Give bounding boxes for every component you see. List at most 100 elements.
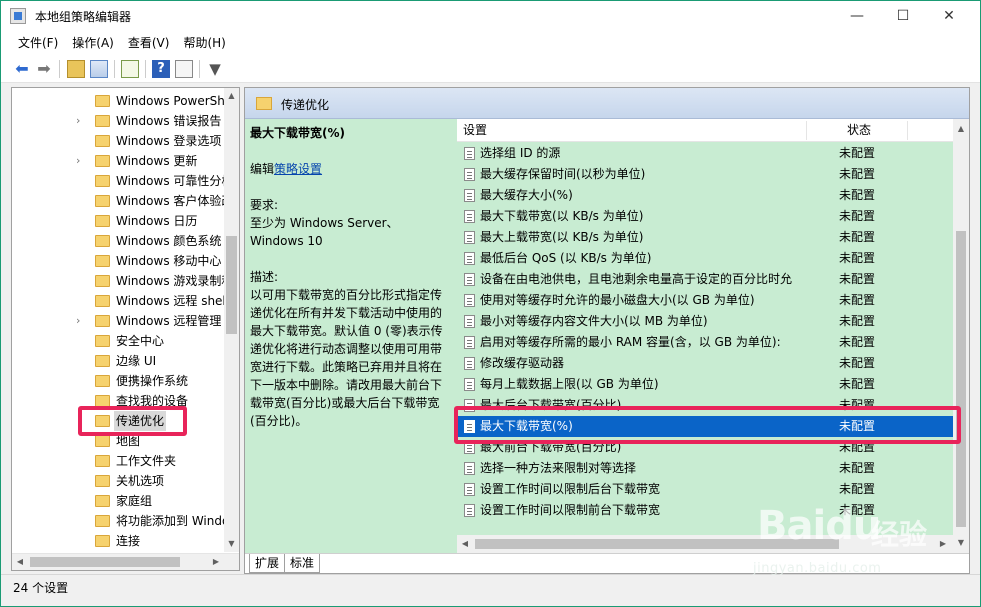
group-policy-editor-window: 本地组策略编辑器 — ☐ ✕ 文件(F) 操作(A) 查看(V) 帮助(H) ⬅ ➡ … — [0, 0, 981, 607]
menu-bar: 文件(F) 操作(A) 查看(V) 帮助(H) — [1, 31, 980, 55]
folder-icon — [95, 355, 110, 367]
menu-view[interactable]: 查看(V) — [121, 31, 177, 55]
tree-item[interactable]: › Windows 更新 — [12, 151, 226, 171]
close-button[interactable]: ✕ — [926, 1, 972, 31]
tree-item[interactable]: Windows 远程 shell — [12, 291, 226, 311]
expand-chevron-icon[interactable]: › — [76, 151, 88, 171]
tree-item[interactable]: Windows PowerShell — [12, 91, 226, 111]
scroll-up-arrow-icon[interactable]: ▲ — [224, 88, 239, 104]
table-row[interactable]: 设备在由电池供电，且电池剩余电量高于设定的百分比时允 未配置 — [457, 269, 953, 290]
folder-icon — [95, 235, 110, 247]
table-row[interactable]: 最大上载带宽(以 KB/s 为单位) 未配置 — [457, 227, 953, 248]
forward-arrow-icon[interactable]: ➡ — [35, 60, 53, 78]
tree-item[interactable]: › Windows 远程管理 — [12, 311, 226, 331]
table-row[interactable]: 最大缓存大小(%) 未配置 — [457, 185, 953, 206]
tree-vertical-scrollbar[interactable]: ▲ ▼ — [224, 88, 239, 552]
folder-icon — [95, 375, 110, 387]
policy-setting-icon — [464, 273, 475, 286]
tree-item[interactable]: 边缘 UI — [12, 351, 226, 371]
scroll-down-arrow-icon[interactable]: ▼ — [224, 536, 239, 552]
table-row[interactable]: 设置工作时间以限制后台下载带宽 未配置 — [457, 479, 953, 500]
folder-up-icon[interactable] — [67, 60, 85, 78]
list-vertical-scrollbar[interactable]: ▲ ▼ — [953, 119, 969, 553]
expand-chevron-icon[interactable]: › — [76, 311, 88, 331]
table-row[interactable]: 最小对等缓存内容文件大小(以 MB 为单位) 未配置 — [457, 311, 953, 332]
menu-file[interactable]: 文件(F) — [11, 31, 65, 55]
scroll-up-arrow-icon[interactable]: ▲ — [953, 121, 969, 137]
tree-item[interactable]: 关机选项 — [12, 471, 226, 491]
table-row[interactable]: 修改缓存驱动器 未配置 — [457, 353, 953, 374]
table-row[interactable]: 每月上载数据上限(以 GB 为单位) 未配置 — [457, 374, 953, 395]
extended-description: 最大下载带宽(%) 编辑策略设置 要求: 至少为 Windows Server、W… — [250, 124, 450, 448]
folder-icon — [95, 535, 110, 547]
highlight-box-list — [454, 406, 961, 444]
tree-item[interactable]: Windows 移动中心 — [12, 251, 226, 271]
minimize-button[interactable]: — — [834, 1, 880, 31]
folder-icon — [95, 135, 110, 147]
properties-icon[interactable] — [175, 60, 193, 78]
export-list-icon[interactable] — [121, 60, 139, 78]
description-text: 以可用下载带宽的百分比形式指定传递优化在所有并发下载活动中使用的最大下载带宽。默… — [250, 288, 443, 428]
maximize-button[interactable]: ☐ — [880, 1, 926, 31]
table-row[interactable]: 选择一种方法来限制对等选择 未配置 — [457, 458, 953, 479]
scroll-thumb[interactable] — [956, 231, 966, 527]
title-bar: 本地组策略编辑器 — ☐ ✕ — [1, 1, 980, 31]
scroll-thumb[interactable] — [30, 557, 180, 567]
tree-item[interactable]: 将功能添加到 Windows 10 — [12, 511, 226, 531]
column-header-setting[interactable]: 设置 — [463, 119, 487, 142]
tree-item[interactable]: 便携操作系统 — [12, 371, 226, 391]
tree-item[interactable]: Windows 游戏录制和广播 — [12, 271, 226, 291]
app-icon — [10, 8, 26, 24]
scroll-thumb[interactable] — [226, 236, 237, 334]
table-row[interactable]: 启用对等缓存所需的最小 RAM 容量(含，以 GB 为单位): 未配置 — [457, 332, 953, 353]
policy-setting-icon — [464, 231, 475, 244]
table-row[interactable]: 使用对等缓存时允许的最小磁盘大小(以 GB 为单位) 未配置 — [457, 290, 953, 311]
tree-item[interactable]: Windows 日历 — [12, 211, 226, 231]
row-state: 未配置 — [839, 272, 876, 286]
expand-chevron-icon[interactable]: › — [76, 111, 88, 131]
tab-extended[interactable]: 扩展 — [249, 554, 286, 573]
row-setting-name: 设备在由电池供电，且电池剩余电量高于设定的百分比时允 — [480, 272, 793, 286]
tree-horizontal-scrollbar[interactable]: ◀ ▶ — [12, 553, 239, 570]
row-setting-name: 最大缓存大小(%) — [480, 188, 573, 202]
tree-item[interactable]: 安全中心 — [12, 331, 226, 351]
tree-item[interactable]: Windows 登录选项 — [12, 131, 226, 151]
watermark-text: 经验 — [871, 518, 928, 551]
folder-icon — [95, 315, 110, 327]
folder-icon — [95, 495, 110, 507]
scroll-left-arrow-icon[interactable]: ◀ — [457, 536, 473, 552]
tree-item[interactable]: Windows 可靠性分析 — [12, 171, 226, 191]
table-row[interactable]: 最大下载带宽(以 KB/s 为单位) 未配置 — [457, 206, 953, 227]
table-row[interactable]: 最低后台 QoS (以 KB/s 为单位) 未配置 — [457, 248, 953, 269]
folder-icon — [95, 455, 110, 467]
back-arrow-icon[interactable]: ⬅ — [13, 60, 31, 78]
tree-item[interactable]: 工作文件夹 — [12, 451, 226, 471]
filter-icon[interactable]: ▼ — [206, 60, 224, 78]
help-icon[interactable]: ? — [152, 60, 170, 78]
column-header-state[interactable]: 状态 — [847, 119, 871, 142]
edit-policy-link[interactable]: 策略设置 — [274, 162, 322, 176]
scroll-right-arrow-icon[interactable]: ▶ — [208, 554, 224, 570]
tree-item[interactable]: 连接 — [12, 531, 226, 551]
policy-setting-icon — [464, 189, 475, 202]
tree-item-label: Windows 远程管理 — [116, 314, 222, 328]
scroll-left-arrow-icon[interactable]: ◀ — [12, 554, 28, 570]
row-setting-name: 设置工作时间以限制后台下载带宽 — [480, 482, 661, 496]
row-setting-name: 启用对等缓存所需的最小 RAM 容量(含，以 GB 为单位): — [480, 335, 781, 349]
row-state: 未配置 — [839, 167, 876, 181]
tab-standard[interactable]: 标准 — [284, 554, 321, 573]
row-state: 未配置 — [839, 293, 876, 307]
table-row[interactable]: 最大缓存保留时间(以秒为单位) 未配置 — [457, 164, 953, 185]
row-setting-name: 使用对等缓存时允许的最小磁盘大小(以 GB 为单位) — [480, 293, 755, 307]
show-hide-tree-icon[interactable] — [90, 60, 108, 78]
tree-item[interactable]: Windows 客户体验改善计划 — [12, 191, 226, 211]
menu-action[interactable]: 操作(A) — [65, 31, 121, 55]
row-state: 未配置 — [839, 335, 876, 349]
folder-icon — [95, 295, 110, 307]
menu-help[interactable]: 帮助(H) — [176, 31, 232, 55]
tree-item[interactable]: Windows 颜色系统 — [12, 231, 226, 251]
tree-item[interactable]: › Windows 错误报告 — [12, 111, 226, 131]
details-header: 传递优化 — [245, 88, 969, 119]
table-row[interactable]: 选择组 ID 的源 未配置 — [457, 143, 953, 164]
tree-item[interactable]: 家庭组 — [12, 491, 226, 511]
